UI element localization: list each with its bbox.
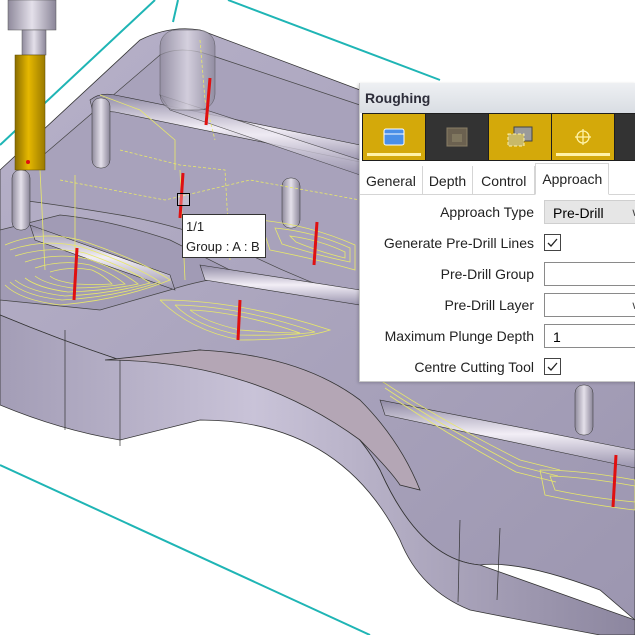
approach-type-select[interactable]: Pre-Drill ∨ [544, 200, 635, 224]
boundary-tool-button[interactable] [488, 114, 551, 160]
active-underline [555, 153, 610, 156]
predrill-group-input[interactable] [544, 262, 635, 286]
tab-depth[interactable]: Depth [423, 166, 474, 194]
panel-tabs: General Depth Control Approach [360, 163, 635, 195]
generate-predrill-label: Generate Pre-Drill Lines [383, 235, 534, 251]
predrill-group-label: Pre-Drill Group [440, 266, 534, 282]
predrill-group-row: Pre-Drill Group [360, 261, 635, 289]
crosshair-target-icon [574, 129, 591, 145]
centre-cutting-checkbox[interactable] [544, 358, 561, 375]
chevron-down-icon: ∨ [630, 207, 635, 219]
tab-general[interactable]: General [360, 166, 423, 194]
feature-box-icon [383, 128, 404, 146]
roughing-panel: Roughing General Depth Control Approach … [359, 83, 635, 382]
tab-control[interactable]: Control [473, 166, 536, 194]
panel-toolbar [362, 113, 635, 161]
checkmark-icon [547, 362, 558, 371]
checkmark-icon [547, 238, 558, 247]
boundary-region-icon [507, 126, 532, 147]
predrill-layer-select[interactable]: ∨ [544, 293, 635, 317]
approach-type-value: Pre-Drill [553, 205, 604, 221]
tab-approach[interactable]: Approach [535, 163, 610, 195]
feature-tool-button[interactable] [362, 114, 425, 160]
centre-cutting-label: Centre Cutting Tool [414, 359, 534, 375]
predrill-layer-row: Pre-Drill Layer ∨ [360, 292, 635, 320]
approach-tool-button[interactable] [551, 114, 614, 160]
max-plunge-row: Maximum Plunge Depth 1 [360, 323, 635, 351]
active-underline [366, 153, 421, 156]
hover-tooltip: 1/1 Group : A : B [182, 214, 266, 258]
chevron-down-icon: ∨ [630, 300, 635, 312]
centre-cutting-row: Centre Cutting Tool [360, 354, 635, 382]
more-tool-button[interactable] [614, 114, 635, 160]
tooltip-group: Group : A : B [186, 239, 260, 254]
panel-title: Roughing [360, 83, 635, 113]
predrill-layer-label: Pre-Drill Layer [444, 297, 534, 313]
generate-predrill-row: Generate Pre-Drill Lines [360, 230, 635, 258]
stock-tool-button[interactable] [425, 114, 488, 160]
approach-type-row: Approach Type Pre-Drill ∨ [360, 199, 635, 227]
generate-predrill-checkbox[interactable] [544, 234, 561, 251]
tooltip-count: 1/1 [186, 219, 205, 234]
selection-pick-box[interactable] [177, 193, 190, 206]
max-plunge-input[interactable]: 1 [544, 324, 635, 348]
stock-box-icon [446, 127, 467, 147]
max-plunge-label: Maximum Plunge Depth [384, 328, 534, 344]
approach-type-label: Approach Type [440, 204, 534, 220]
